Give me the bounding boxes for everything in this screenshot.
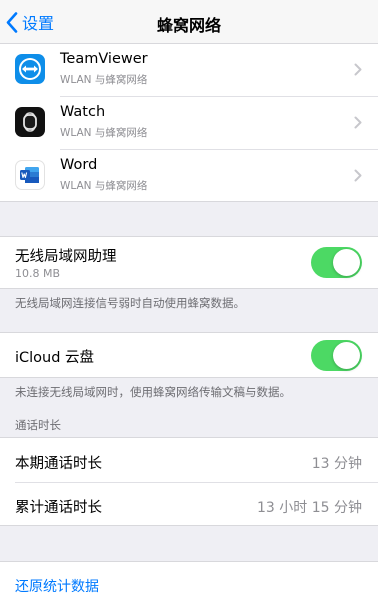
teamviewer-icon (15, 54, 45, 84)
wifi-assist-footnote: 无线局域网连接信号弱时自动使用蜂窝数据。 (15, 296, 245, 310)
chevron-right-icon (354, 169, 362, 182)
divider (15, 482, 378, 483)
call-time-header: 通话时长 (15, 418, 61, 432)
icloud-drive-toggle[interactable] (311, 340, 362, 371)
toggle-knob (333, 249, 360, 276)
app-row-word[interactable]: Word WLAN 与蜂窝网络 (0, 150, 378, 202)
reset-section: 还原统计数据 (0, 561, 378, 611)
app-list: TeamViewer WLAN 与蜂窝网络 Watch WLAN 与蜂窝网络 W… (0, 44, 378, 202)
icloud-drive-title: iCloud 云盘 (15, 350, 95, 366)
app-name: TeamViewer (60, 51, 148, 67)
wifi-assist-usage: 10.8 MB (15, 267, 61, 280)
app-row-teamviewer[interactable]: TeamViewer WLAN 与蜂窝网络 (0, 44, 378, 96)
app-network-access: WLAN 与蜂窝网络 (60, 74, 148, 86)
wifi-assist-title: 无线局域网助理 (15, 249, 117, 265)
wifi-assist-section: 无线局域网助理 10.8 MB (0, 236, 378, 289)
page-title: 蜂窝网络 (156, 16, 221, 35)
app-name: Word (60, 157, 98, 173)
icloud-drive-footnote: 未连接无线局域网时，使用蜂窝网络传输文稿与数据。 (15, 385, 291, 399)
wifi-assist-toggle[interactable] (311, 247, 362, 278)
toggle-knob (333, 342, 360, 369)
watch-icon (15, 107, 45, 137)
current-period-call-time-value: 13 分钟 (311, 456, 362, 472)
lifetime-call-time-value: 13 小时 15 分钟 (257, 500, 362, 516)
app-network-access: WLAN 与蜂窝网络 (60, 127, 148, 139)
current-period-call-time-label: 本期通话时长 (15, 456, 102, 472)
reset-statistics-button[interactable]: 还原统计数据 (15, 576, 99, 596)
app-name: Watch (60, 104, 106, 120)
chevron-right-icon (354, 116, 362, 129)
word-icon (15, 160, 45, 190)
lifetime-call-time-label: 累计通话时长 (15, 500, 102, 516)
navigation-bar: 设置 蜂窝网络 (0, 0, 378, 44)
app-row-watch[interactable]: Watch WLAN 与蜂窝网络 (0, 97, 378, 149)
call-time-section: 本期通话时长 13 分钟 累计通话时长 13 小时 15 分钟 (0, 437, 378, 526)
chevron-right-icon (354, 63, 362, 76)
icloud-drive-section: iCloud 云盘 (0, 332, 378, 378)
app-network-access: WLAN 与蜂窝网络 (60, 180, 148, 192)
